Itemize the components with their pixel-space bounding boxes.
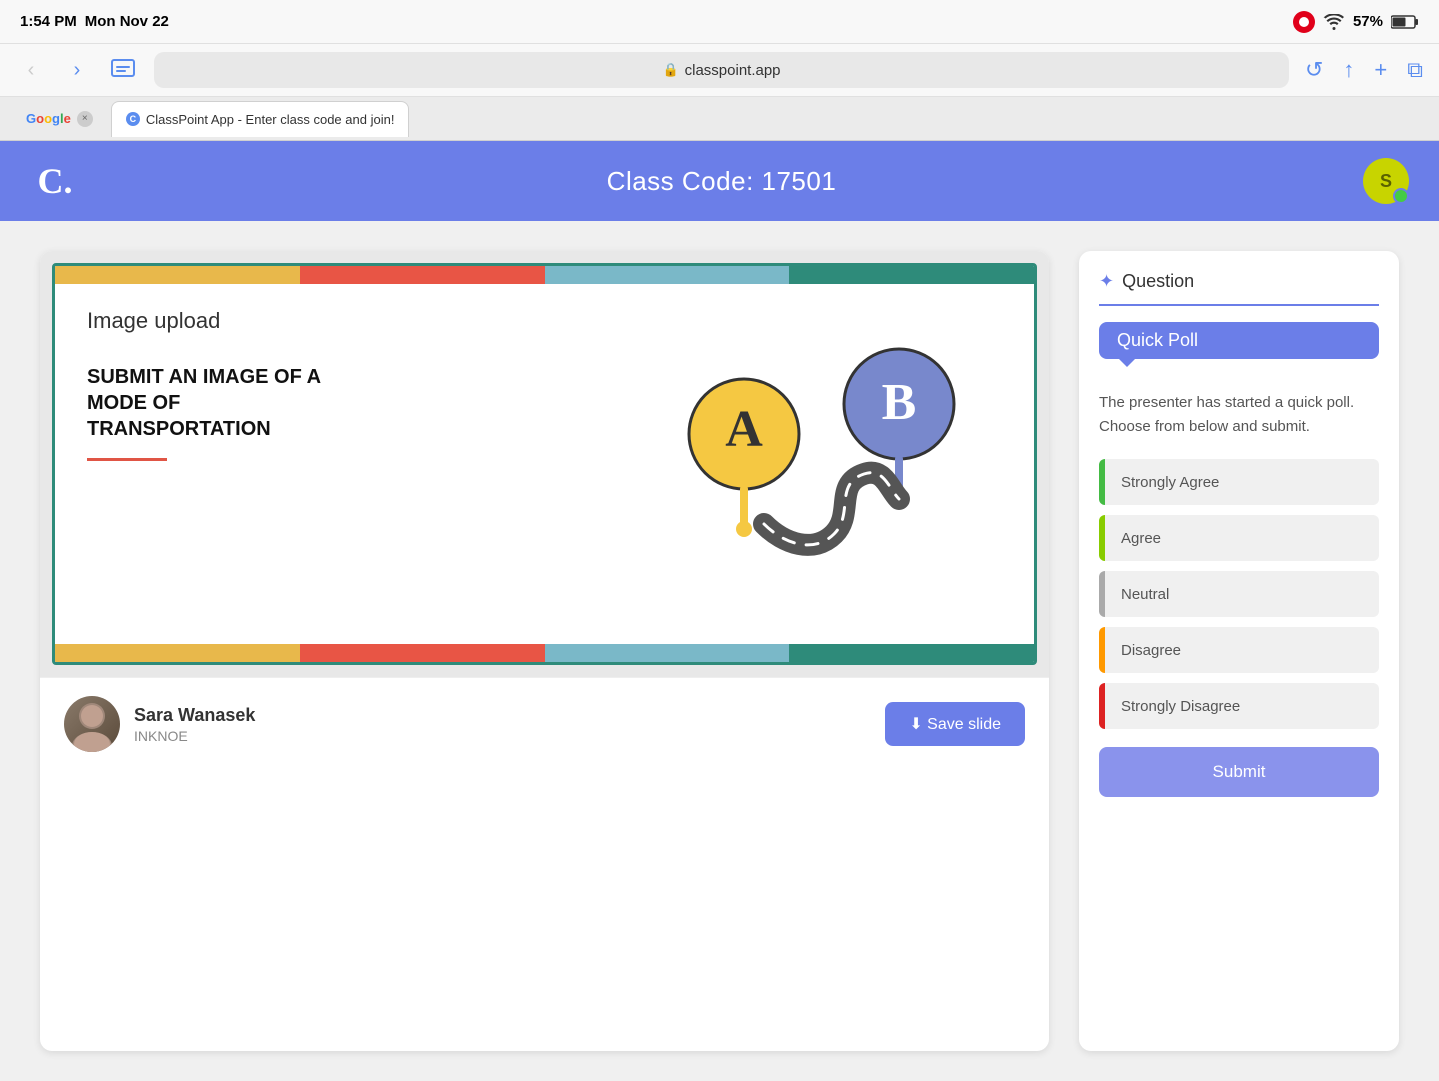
main-content: Image upload SUBMIT AN IMAGE OF A MODE O… [0, 221, 1439, 1081]
presenter-avatar-img [64, 696, 120, 752]
address-bar[interactable]: 🔒 classpoint.app [154, 52, 1289, 88]
poll-option-3[interactable]: Disagree [1099, 627, 1379, 673]
poll-option-4[interactable]: Strongly Disagree [1099, 683, 1379, 729]
question-label: Question [1122, 271, 1194, 292]
battery-icon [1391, 15, 1419, 29]
poll-description: The presenter has started a quick poll. … [1099, 391, 1379, 439]
color-bar-top [55, 266, 1034, 284]
cp-logo: C. [30, 156, 80, 206]
status-date: Mon Nov 22 [85, 13, 169, 30]
road-svg: A B [634, 314, 1014, 574]
slide-underline [87, 458, 167, 461]
classpoint-tab-label: ClassPoint App - Enter class code and jo… [146, 112, 395, 127]
slide-bottom: Sara Wanasek INKNOE ⬇ Save slide [40, 677, 1049, 770]
tab-bar: Google × C ClassPoint App - Enter class … [0, 97, 1439, 141]
tab-close-google[interactable]: × [77, 111, 93, 127]
option-text-4: Strongly Disagree [1105, 698, 1256, 715]
option-text-2: Neutral [1105, 586, 1185, 603]
bookmarks-button[interactable] [108, 55, 138, 85]
road-illustration: A B [634, 314, 1014, 574]
class-code: Class Code: 17501 [607, 166, 837, 197]
poll-options: Strongly Agree Agree Neutral Disagree Strong… [1099, 459, 1379, 739]
puzzle-icon: ✦ [1099, 271, 1114, 292]
share-button[interactable]: ↑ [1343, 57, 1354, 83]
presenter-info: Sara Wanasek INKNOE [64, 696, 255, 752]
slide-panel: Image upload SUBMIT AN IMAGE OF A MODE O… [40, 251, 1049, 1051]
slide-frame: Image upload SUBMIT AN IMAGE OF A MODE O… [40, 251, 1049, 677]
browser-chrome: ‹ › 🔒 classpoint.app ↺ ↑ + ⧉ [0, 44, 1439, 97]
tab-classpoint[interactable]: C ClassPoint App - Enter class code and … [111, 101, 410, 137]
color-seg-b2 [300, 644, 545, 662]
address-text: classpoint.app [685, 62, 781, 79]
wifi-icon [1323, 14, 1345, 30]
svg-text:B: B [882, 374, 917, 431]
quick-poll-badge: Quick Poll [1099, 322, 1379, 359]
tab-google[interactable]: Google × [12, 101, 107, 137]
status-bar: 1:54 PM Mon Nov 22 57% [0, 0, 1439, 44]
user-avatar[interactable]: S [1363, 158, 1409, 204]
tab-switcher-button[interactable]: ⧉ [1407, 57, 1423, 83]
right-panel: ✦ Question Quick Poll The presenter has … [1079, 251, 1399, 1051]
submit-button[interactable]: Submit [1099, 747, 1379, 797]
browser-actions: ↺ ↑ + ⧉ [1305, 57, 1423, 83]
cp-logo-text: C. [38, 160, 73, 202]
svg-text:A: A [725, 401, 763, 458]
color-seg-1 [55, 266, 300, 284]
app-header: C. Class Code: 17501 S [0, 141, 1439, 221]
presenter-org: INKNOE [134, 728, 255, 744]
color-seg-2 [300, 266, 545, 284]
color-seg-b3 [545, 644, 790, 662]
color-bar-bottom [55, 644, 1034, 662]
color-seg-3 [545, 266, 790, 284]
presenter-name: Sara Wanasek [134, 705, 255, 726]
presenter-avatar [64, 696, 120, 752]
slide-subtitle: SUBMIT AN IMAGE OF A MODE OF TRANSPORTAT… [87, 364, 337, 442]
lock-icon: 🔒 [662, 62, 678, 78]
option-text-0: Strongly Agree [1105, 474, 1235, 491]
record-icon [1293, 11, 1315, 33]
save-slide-button[interactable]: ⬇ Save slide [885, 702, 1025, 746]
slide-border: Image upload SUBMIT AN IMAGE OF A MODE O… [52, 263, 1037, 665]
option-text-3: Disagree [1105, 642, 1197, 659]
reload-button[interactable]: ↺ [1305, 57, 1323, 83]
poll-option-1[interactable]: Agree [1099, 515, 1379, 561]
battery-level: 57% [1353, 13, 1383, 30]
question-tab[interactable]: ✦ Question [1099, 271, 1379, 306]
slide-content: Image upload SUBMIT AN IMAGE OF A MODE O… [55, 284, 1034, 644]
color-seg-b1 [55, 644, 300, 662]
color-seg-b4 [789, 644, 1034, 662]
new-tab-button[interactable]: + [1374, 57, 1387, 83]
presenter-details: Sara Wanasek INKNOE [134, 705, 255, 744]
back-button[interactable]: ‹ [16, 55, 46, 85]
forward-button[interactable]: › [62, 55, 92, 85]
poll-option-0[interactable]: Strongly Agree [1099, 459, 1379, 505]
option-text-1: Agree [1105, 530, 1177, 547]
color-seg-4 [789, 266, 1034, 284]
google-logo: Google [26, 111, 71, 126]
status-time: 1:54 PM [20, 13, 77, 30]
poll-option-2[interactable]: Neutral [1099, 571, 1379, 617]
classpoint-favicon: C [126, 112, 140, 126]
